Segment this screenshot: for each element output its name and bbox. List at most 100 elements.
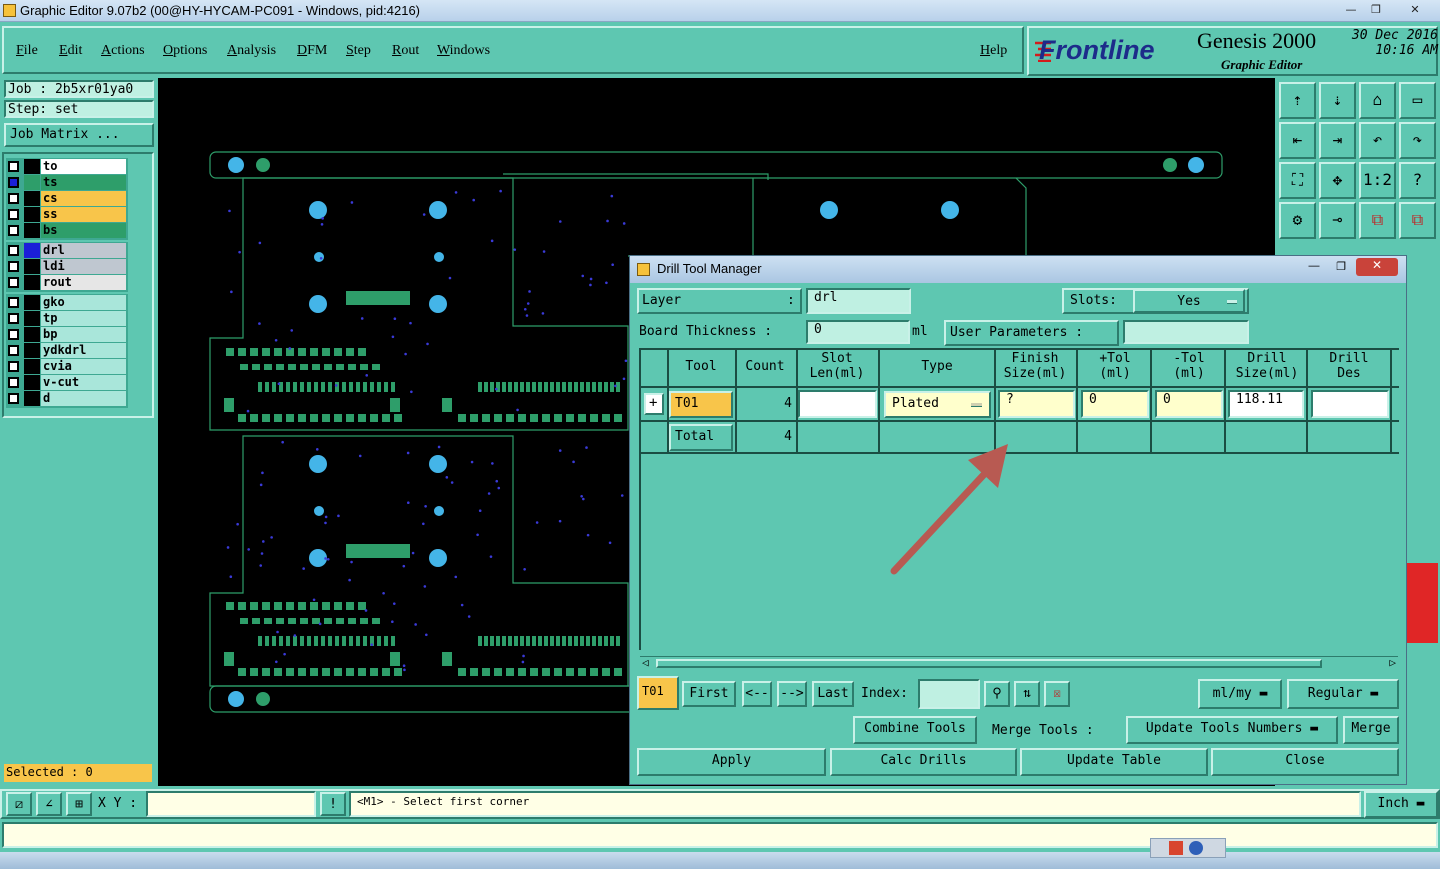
layer-name[interactable]: tp [41, 311, 126, 326]
layer-row[interactable]: cvia [6, 359, 126, 374]
pan-left-button[interactable]: ⇤ [1279, 122, 1316, 159]
snap-grid-button[interactable]: ⧄ [6, 792, 32, 816]
grid-button[interactable]: ⊞ [66, 792, 92, 816]
snap-button[interactable]: ⊸ [1319, 202, 1356, 239]
layer-checkbox[interactable] [8, 161, 19, 172]
menu-actions[interactable]: Actions [101, 43, 145, 59]
scroll-left-icon[interactable]: ◁ [642, 656, 649, 669]
layer-checkbox[interactable] [8, 209, 19, 220]
layer-checkbox[interactable] [8, 393, 19, 404]
redo-zoom-button[interactable]: ↷ [1399, 122, 1436, 159]
ratio-1-2-button[interactable]: 1:2 [1359, 162, 1396, 199]
layer-checkbox[interactable] [8, 345, 19, 356]
menu-step[interactable]: Step [346, 43, 371, 59]
user-parameters-input[interactable] [1123, 320, 1249, 344]
layer-checkbox[interactable] [8, 177, 19, 188]
layer-name[interactable]: d [41, 391, 126, 406]
menu-windows[interactable]: Windows [437, 43, 490, 59]
combine-tools-button[interactable]: Combine Tools [853, 716, 977, 744]
undo-zoom-button[interactable]: ↶ [1359, 122, 1396, 159]
layer-checkbox[interactable] [8, 377, 19, 388]
row-expand-icon[interactable]: + [644, 393, 664, 415]
page-down-button[interactable]: ⇣ [1319, 82, 1356, 119]
layer-row[interactable]: gko [6, 295, 126, 310]
layer-name[interactable]: ts [41, 175, 126, 190]
close-button[interactable]: ✕ [1400, 1, 1430, 19]
tray-widget[interactable] [1150, 838, 1226, 858]
slots-dropdown[interactable]: Yes [1133, 289, 1245, 313]
layer-checkbox[interactable] [8, 313, 19, 324]
minus-tol-input[interactable]: 0 [1155, 390, 1223, 418]
maximize-button[interactable]: ❐ [1363, 1, 1389, 19]
scroll-thumb[interactable] [656, 659, 1322, 668]
layer-name[interactable]: bs [41, 223, 126, 238]
last-button[interactable]: Last [812, 681, 854, 707]
layer-checkbox[interactable] [8, 297, 19, 308]
delete-tool-button[interactable]: ☒ [1044, 681, 1070, 707]
first-button[interactable]: First [682, 681, 736, 707]
layer-name[interactable]: drl [41, 243, 126, 258]
menu-help[interactable]: Help [980, 43, 1007, 59]
window-button[interactable]: ▭ [1399, 82, 1436, 119]
scroll-right-icon[interactable]: ▷ [1389, 656, 1396, 669]
layer-checkbox[interactable] [8, 361, 19, 372]
table-hscrollbar[interactable]: ◁ ▷ [640, 656, 1398, 670]
layer-name[interactable]: rout [41, 275, 126, 290]
layer-name[interactable]: v-cut [41, 375, 126, 390]
plus-tol-input[interactable]: 0 [1081, 390, 1149, 418]
layer-checkbox[interactable] [8, 261, 19, 272]
layer-row[interactable]: bp [6, 327, 126, 342]
layer-row[interactable]: ts [6, 175, 126, 190]
menu-dfm[interactable]: DFM [297, 43, 327, 59]
sort-tool-button[interactable]: ⇅ [1014, 681, 1040, 707]
help-button[interactable]: ? [1399, 162, 1436, 199]
menu-analysis[interactable]: Analysis [227, 43, 276, 59]
layer-name[interactable]: cvia [41, 359, 126, 374]
xy-input[interactable] [146, 791, 316, 817]
layer-name[interactable]: cs [41, 191, 126, 206]
drill-size-input[interactable]: 118.11 [1228, 390, 1304, 418]
layer-name[interactable]: to [41, 159, 126, 174]
layer-checkbox[interactable] [8, 245, 19, 256]
units-toggle[interactable]: Inch ▬ [1364, 791, 1438, 818]
layer-name[interactable]: ydkdrl [41, 343, 126, 358]
dialog-maximize-button[interactable]: ❐ [1329, 260, 1353, 276]
index-input[interactable] [918, 679, 980, 709]
layer-row[interactable]: ldi [6, 259, 126, 274]
alert-button[interactable]: ! [320, 792, 346, 816]
layer-checkbox[interactable] [8, 193, 19, 204]
layer-row[interactable]: d [6, 391, 126, 406]
layer-row[interactable]: v-cut [6, 375, 126, 390]
layer-row[interactable]: cs [6, 191, 126, 206]
update-table-button[interactable]: Update Table [1020, 748, 1208, 776]
menu-file[interactable]: File [16, 43, 38, 59]
board-thickness-input[interactable]: 0 [806, 320, 910, 344]
layer-row[interactable]: tp [6, 311, 126, 326]
layer-name[interactable]: ss [41, 207, 126, 222]
merge-option-dropdown[interactable]: Update Tools Numbers ▬ [1126, 716, 1338, 744]
menu-options[interactable]: Options [163, 43, 207, 59]
menu-edit[interactable]: Edit [59, 43, 82, 59]
calc-drills-button[interactable]: Calc Drills [830, 748, 1017, 776]
measure-button[interactable]: ⚙ [1279, 202, 1316, 239]
apply-button[interactable]: Apply [637, 748, 826, 776]
pan-right-button[interactable]: ⇥ [1319, 122, 1356, 159]
type-dropdown[interactable]: Plated [884, 391, 991, 418]
layer-row[interactable]: rout [6, 275, 126, 290]
snap-angle-button[interactable]: ∠ [36, 792, 62, 816]
layer-checkbox[interactable] [8, 225, 19, 236]
page-up-button[interactable]: ⇡ [1279, 82, 1316, 119]
fit-button[interactable]: ⛶ [1279, 162, 1316, 199]
layer-name[interactable]: gko [41, 295, 126, 310]
layer-checkbox[interactable] [8, 329, 19, 340]
next-button[interactable]: --> [777, 681, 807, 707]
layer-row[interactable]: bs [6, 223, 126, 238]
layer-row[interactable]: drl [6, 243, 126, 258]
merge-button[interactable]: Merge [1343, 716, 1399, 744]
layer-name[interactable]: ldi [41, 259, 126, 274]
layer-name[interactable]: bp [41, 327, 126, 342]
job-matrix-button[interactable]: Job Matrix ... [4, 123, 154, 147]
slot-len-input[interactable] [798, 390, 877, 418]
home-button[interactable]: ⌂ [1359, 82, 1396, 119]
layer-row[interactable]: ydkdrl [6, 343, 126, 358]
